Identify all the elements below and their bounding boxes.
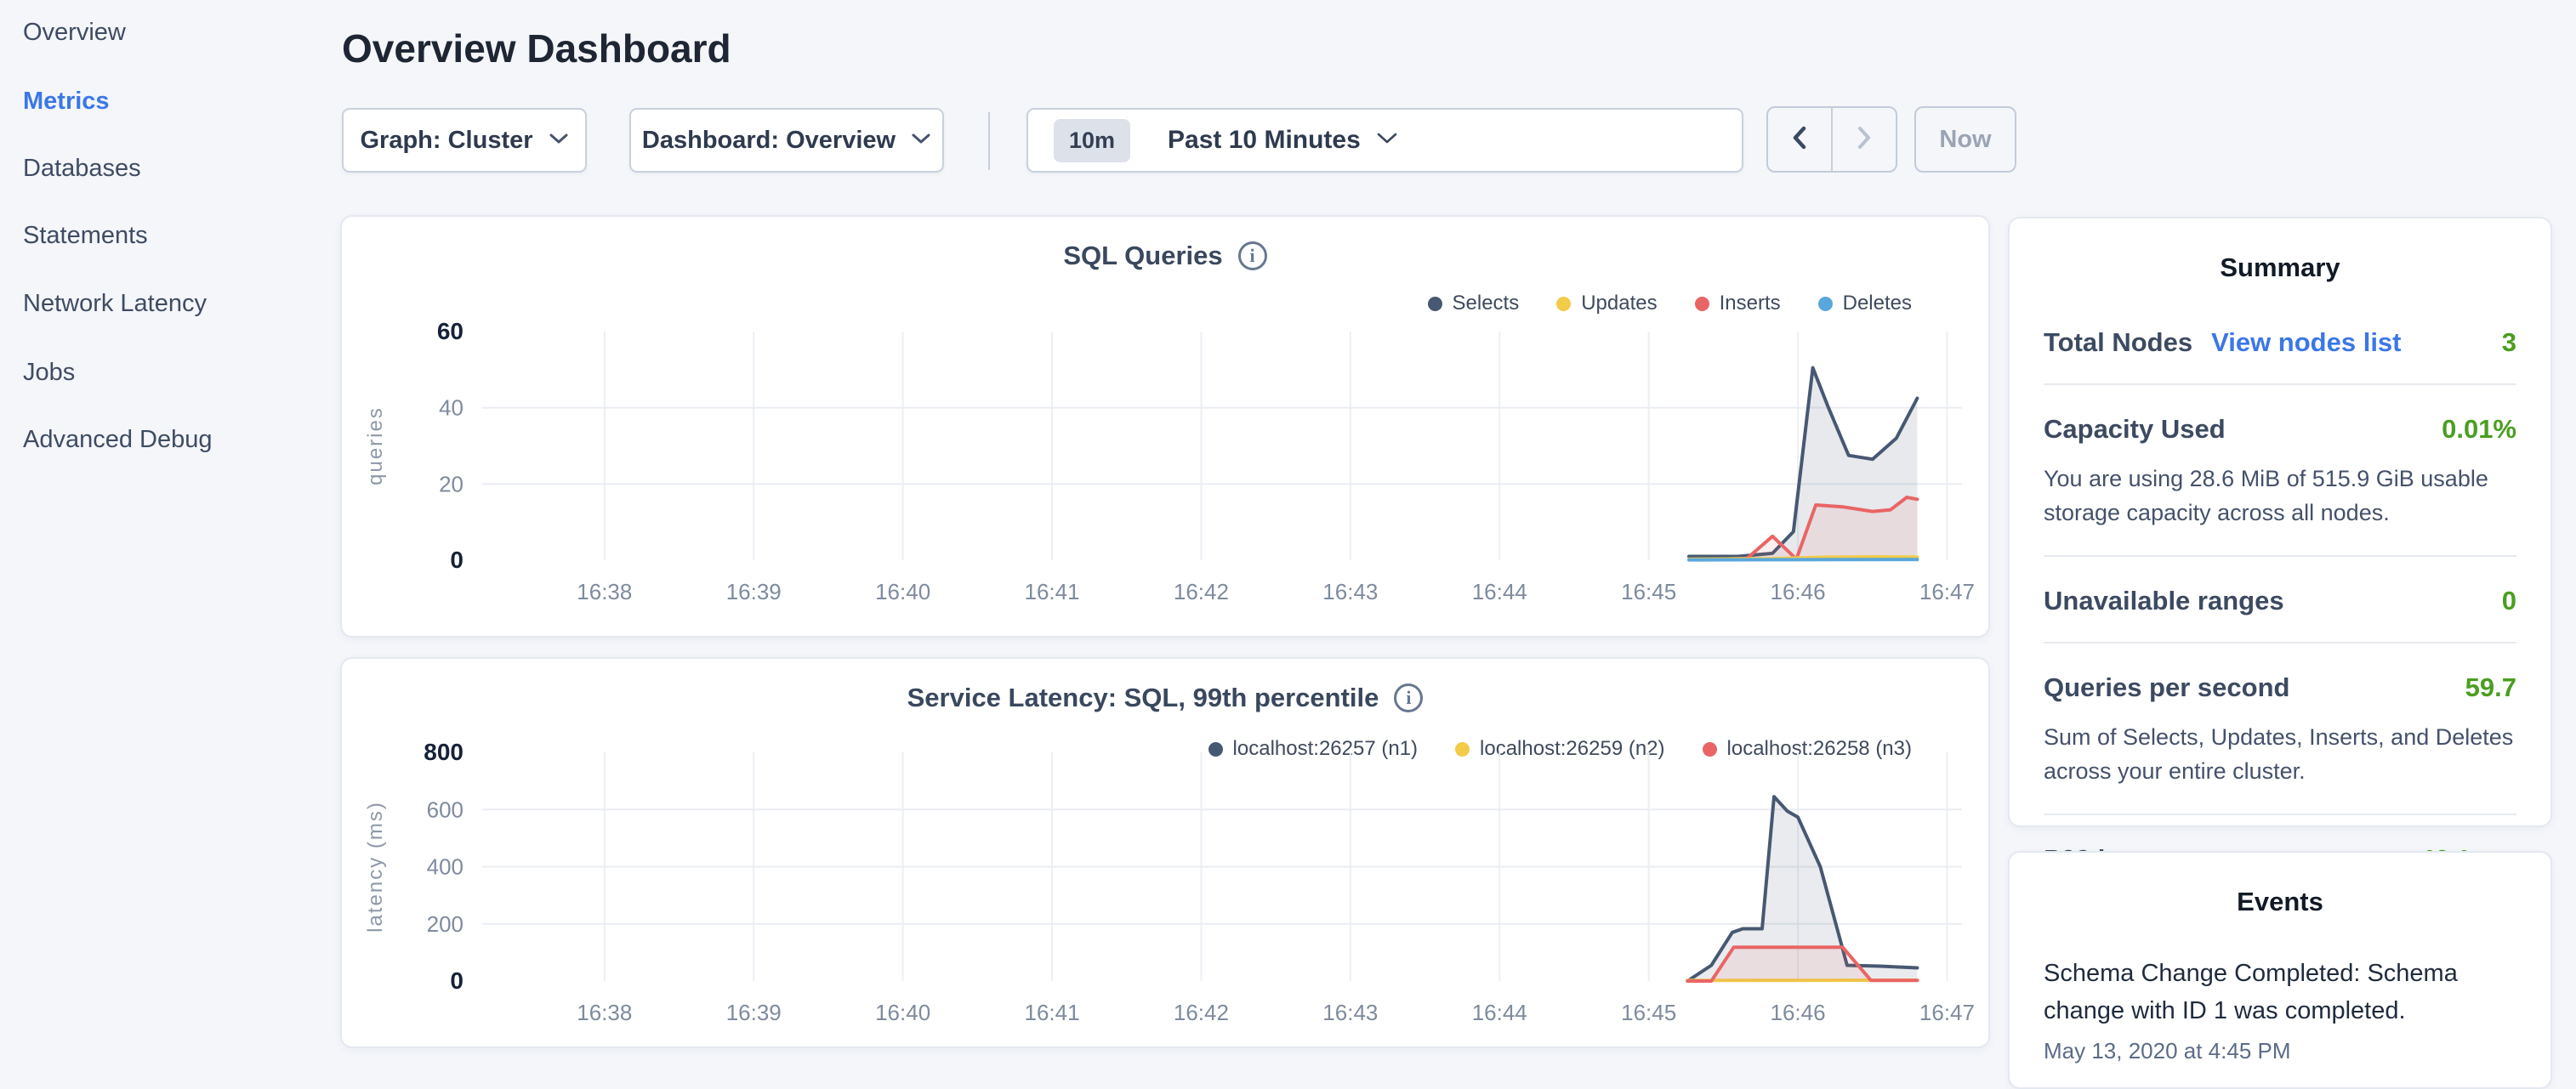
svg-text:16:43: 16:43 (1322, 579, 1378, 604)
svg-text:16:47: 16:47 (1919, 579, 1975, 604)
legend-item: Selects (1428, 292, 1520, 315)
graph-dropdown-label: Graph: Cluster (360, 127, 532, 155)
time-step-forward-button[interactable] (1833, 108, 1896, 171)
svg-text:40: 40 (439, 395, 463, 421)
svg-text:16:40: 16:40 (875, 579, 930, 604)
view-nodes-list-link[interactable]: View nodes list (2211, 327, 2401, 358)
events-panel: Events Schema Change Completed: Schema c… (2008, 851, 2552, 1089)
svg-text:0: 0 (450, 967, 463, 994)
queries-per-second-subtitle: Sum of Selects, Updates, Inserts, and De… (2044, 720, 2516, 788)
series-color-dot (1695, 297, 1709, 311)
sql-queries-card: SQL Queries Selects Updates Inserts Dele… (340, 215, 1990, 638)
svg-text:16:42: 16:42 (1174, 1000, 1229, 1025)
summary-row-queries-per-second: Queries per second 59.7 Sum of Selects, … (2044, 644, 2516, 815)
sql-queries-title: SQL Queries (1063, 241, 1222, 271)
info-icon[interactable] (1238, 241, 1267, 270)
time-window-label: Past 10 Minutes (1168, 126, 1361, 155)
svg-text:400: 400 (427, 854, 463, 880)
sidebar-item-overview[interactable]: Overview (23, 19, 126, 47)
service-latency-chart[interactable]: 16:38 16:39 16:40 16:41 16:42 16:43 16:44 16:45… (342, 731, 1992, 1050)
series-color-dot (1556, 297, 1571, 311)
svg-text:60: 60 (437, 318, 463, 344)
queries-per-second-value: 59.7 (2465, 672, 2516, 703)
svg-text:16:47: 16:47 (1919, 1000, 1975, 1025)
event-text: Schema Change Completed: Schema change w… (2044, 955, 2516, 1029)
summary-row-unavailable-ranges: Unavailable ranges 0 (2044, 557, 2516, 644)
time-step-back-button[interactable] (1768, 108, 1833, 171)
svg-text:16:42: 16:42 (1174, 579, 1229, 604)
sidebar-item-statements[interactable]: Statements (23, 222, 148, 250)
time-window-selector[interactable]: 10m Past 10 Minutes (1026, 108, 1743, 173)
sidebar-item-metrics[interactable]: Metrics (23, 88, 110, 116)
chevron-right-icon (1855, 124, 1874, 156)
svg-text:16:40: 16:40 (875, 1000, 930, 1025)
time-step-buttons (1766, 106, 1897, 173)
svg-text:600: 600 (427, 797, 463, 822)
svg-text:16:38: 16:38 (577, 579, 632, 604)
svg-text:16:38: 16:38 (577, 1000, 632, 1025)
svg-text:16:46: 16:46 (1771, 1000, 1826, 1025)
summary-panel-title: Summary (2010, 218, 2550, 298)
svg-text:16:45: 16:45 (1621, 579, 1676, 604)
capacity-used-subtitle: You are using 28.6 MiB of 515.9 GiB usab… (2044, 462, 2516, 530)
legend-item: Deletes (1818, 292, 1912, 315)
svg-text:200: 200 (427, 911, 463, 937)
svg-text:20: 20 (439, 471, 463, 496)
sidebar-item-advanced-debug[interactable]: Advanced Debug (23, 426, 213, 454)
sidebar-item-databases[interactable]: Databases (23, 155, 141, 183)
series-color-dot (1428, 297, 1442, 311)
sidebar-item-jobs[interactable]: Jobs (23, 359, 75, 387)
series-color-dot (1818, 297, 1833, 311)
total-nodes-value: 3 (2502, 327, 2516, 358)
chevron-down-icon (1376, 132, 1398, 149)
overview-dashboard-page: { "header": { "title": "Overview Dashboa… (0, 0, 2576, 1051)
summary-row-total-nodes: Total Nodes View nodes list 3 (2044, 298, 2516, 385)
event-timestamp: May 13, 2020 at 4:45 PM (2044, 1038, 2516, 1064)
controls-divider (988, 112, 990, 170)
svg-text:queries: queries (364, 406, 387, 485)
service-latency-card: Service Latency: SQL, 99th percentile lo… (340, 657, 1990, 1048)
time-window-badge: 10m (1054, 119, 1130, 162)
svg-text:16:41: 16:41 (1025, 1000, 1080, 1025)
graph-dropdown[interactable]: Graph: Cluster (342, 108, 587, 173)
unavailable-ranges-value: 0 (2502, 586, 2516, 616)
svg-text:16:43: 16:43 (1322, 1000, 1378, 1025)
sql-queries-chart[interactable]: 16:38 16:39 16:40 16:41 16:42 16:43 16:44 16:45… (342, 315, 1992, 638)
page-title: Overview Dashboard (342, 26, 731, 71)
sidebar-item-network-latency[interactable]: Network Latency (23, 290, 207, 318)
legend-item: Inserts (1695, 292, 1781, 315)
svg-text:16:41: 16:41 (1025, 579, 1080, 604)
chevron-down-icon (549, 133, 569, 149)
svg-text:latency (ms): latency (ms) (364, 801, 387, 933)
svg-text:16:39: 16:39 (726, 579, 782, 604)
dashboard-dropdown-label: Dashboard: Overview (642, 127, 896, 155)
chevron-down-icon (911, 133, 931, 149)
now-button[interactable]: Now (1914, 106, 2016, 173)
summary-row-capacity-used: Capacity Used 0.01% You are using 28.6 M… (2044, 385, 2516, 557)
chevron-left-icon (1790, 124, 1809, 156)
svg-text:16:44: 16:44 (1472, 579, 1527, 604)
svg-text:16:39: 16:39 (726, 1000, 782, 1025)
capacity-used-value: 0.01% (2442, 414, 2516, 445)
legend-item: Updates (1556, 292, 1657, 315)
info-icon[interactable] (1394, 683, 1423, 712)
event-list-item: Schema Change Completed: Schema change w… (2044, 933, 2516, 1064)
svg-text:16:44: 16:44 (1472, 1000, 1527, 1025)
events-panel-title: Events (2010, 853, 2550, 933)
service-latency-title: Service Latency: SQL, 99th percentile (907, 683, 1379, 713)
dashboard-dropdown[interactable]: Dashboard: Overview (629, 108, 944, 173)
svg-text:800: 800 (424, 739, 463, 765)
svg-text:16:46: 16:46 (1771, 579, 1826, 604)
svg-text:0: 0 (450, 547, 463, 573)
sql-queries-legend: Selects Updates Inserts Deletes (1428, 292, 1913, 315)
summary-panel: Summary Total Nodes View nodes list 3 Ca… (2008, 217, 2552, 827)
svg-text:16:45: 16:45 (1621, 1000, 1676, 1025)
